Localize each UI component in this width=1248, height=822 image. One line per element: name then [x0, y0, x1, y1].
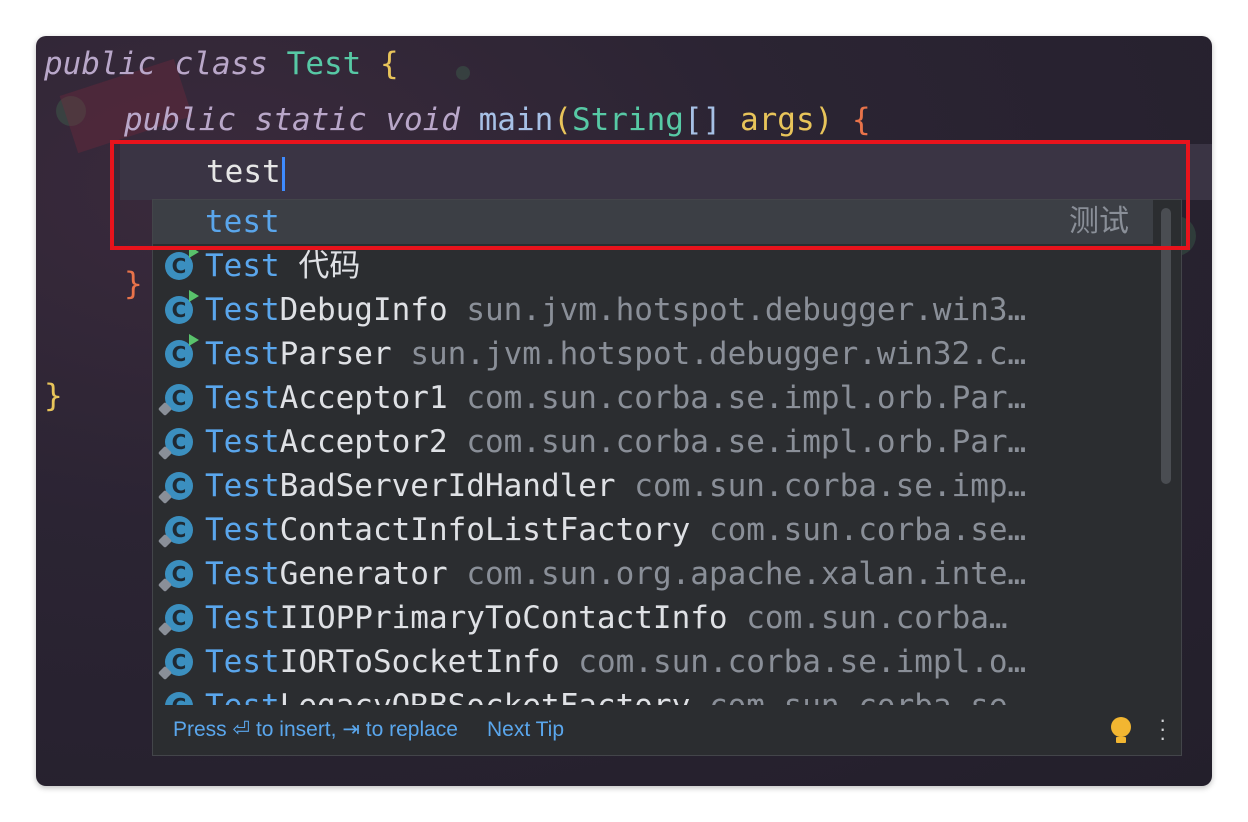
class-lock-icon: C: [165, 560, 193, 588]
completion-item-text: TestAcceptor1 com.sun.corba.se.impl.orb.…: [205, 376, 1026, 420]
completion-item-text: TestIORToSocketInfo com.sun.corba.se.imp…: [205, 640, 1026, 684]
class-name-rest: IIOPPrimaryToContactInfo: [279, 600, 728, 636]
match-highlight: Test: [205, 468, 280, 504]
package-name: com.sun.corba.se.impl.orb.Par…: [466, 380, 1027, 416]
completion-item-text: TestAcceptor2 com.sun.corba.se.impl.orb.…: [205, 420, 1026, 464]
class-run-icon: C: [165, 246, 199, 280]
class-name-rest: Acceptor1: [279, 380, 448, 416]
completion-item-text: TestContactInfoListFactory com.sun.corba…: [205, 508, 1026, 552]
code-line-1: public class Test {: [44, 46, 399, 82]
completion-item[interactable]: C TestAcceptor1 com.sun.corba.se.impl.orb…: [153, 376, 1153, 420]
completion-item-text: TestDebugInfo sun.jvm.hotspot.debugger.w…: [205, 288, 1026, 332]
class-name-rest: IORToSocketInfo: [279, 644, 560, 680]
package-name: sun.jvm.hotspot.debugger.win3…: [466, 292, 1027, 328]
lightbulb-icon[interactable]: [1111, 717, 1131, 743]
match-highlight: Test: [205, 600, 280, 636]
package-name: com.sun.corba.se.imp…: [634, 468, 1027, 504]
completion-item[interactable]: C TestIORToSocketInfo com.sun.corba.se.im…: [153, 640, 1153, 684]
package-name: com.sun.org.apache.xalan.inte…: [466, 556, 1027, 592]
completion-item[interactable]: C TestAcceptor2 com.sun.corba.se.impl.orb…: [153, 420, 1153, 464]
completion-item-text: TestIIOPPrimaryToContactInfo com.sun.cor…: [205, 596, 1008, 640]
outer-close-brace: }: [44, 378, 63, 414]
match-highlight: Test: [205, 292, 280, 328]
class-name-rest: Acceptor2: [279, 424, 448, 460]
inner-close-brace: }: [124, 266, 143, 302]
match-highlight: Test: [205, 556, 280, 592]
completion-item[interactable]: C TestGenerator com.sun.org.apache.xalan.…: [153, 552, 1153, 596]
annotation-highlight-box: [110, 140, 1190, 250]
more-options-icon[interactable]: · · ·: [1159, 709, 1166, 749]
match-highlight: Test: [205, 380, 280, 416]
class-name-rest: 代码: [279, 248, 361, 284]
completion-item[interactable]: C TestContactInfoListFactory com.sun.corb…: [153, 508, 1153, 552]
class-name-rest: ContactInfoListFactory: [279, 512, 691, 548]
completion-item[interactable]: C Test 代码: [153, 244, 1153, 288]
completion-item-text: Test 代码: [205, 244, 360, 288]
class-lock-icon: C: [165, 472, 193, 500]
class-run-icon: C: [165, 334, 199, 368]
completion-item[interactable]: C TestBadServerIdHandler com.sun.corba.se…: [153, 464, 1153, 508]
class-lock-icon: C: [165, 648, 193, 676]
class-lock-icon: C: [165, 516, 193, 544]
next-tip-link[interactable]: Next Tip: [487, 705, 564, 755]
class-lock-icon: C: [165, 428, 193, 456]
package-name: sun.jvm.hotspot.debugger.win32.c…: [410, 336, 1027, 372]
match-highlight: Test: [205, 336, 280, 372]
class-run-icon: C: [165, 290, 199, 324]
package-name: com.sun.corba.se.impl.o…: [578, 644, 1027, 680]
insert-hint: Press ⏎ to insert, ⇥ to replace: [173, 718, 458, 741]
class-name-rest: Generator: [279, 556, 448, 592]
package-name: com.sun.corba…: [746, 600, 1008, 636]
match-highlight: Test: [205, 512, 280, 548]
class-lock-icon: C: [165, 384, 193, 412]
package-name: com.sun.corba.se.impl.orb.Par…: [466, 424, 1027, 460]
class-name-rest: BadServerIdHandler: [279, 468, 616, 504]
completion-item[interactable]: C TestParser sun.jvm.hotspot.debugger.win…: [153, 332, 1153, 376]
class-name-rest: DebugInfo: [279, 292, 448, 328]
completion-popup[interactable]: test 测试 C Test 代码 C TestDebugInfo sun.jvm.h…: [152, 199, 1182, 756]
completion-item-text: TestParser sun.jvm.hotspot.debugger.win3…: [205, 332, 1026, 376]
completion-item-text: TestGenerator com.sun.org.apache.xalan.i…: [205, 552, 1026, 596]
completion-item[interactable]: C TestDebugInfo sun.jvm.hotspot.debugger.…: [153, 288, 1153, 332]
match-highlight: Test: [205, 424, 280, 460]
completion-item[interactable]: C TestIIOPPrimaryToContactInfo com.sun.co…: [153, 596, 1153, 640]
class-name-rest: Parser: [279, 336, 392, 372]
class-lock-icon: C: [165, 604, 193, 632]
popup-footer: Press ⏎ to insert, ⇥ to replace Next Tip…: [153, 705, 1181, 755]
package-name: com.sun.corba.se…: [708, 512, 1027, 548]
match-highlight: Test: [205, 248, 280, 284]
completion-item-text: TestBadServerIdHandler com.sun.corba.se.…: [205, 464, 1026, 508]
match-highlight: Test: [205, 644, 280, 680]
